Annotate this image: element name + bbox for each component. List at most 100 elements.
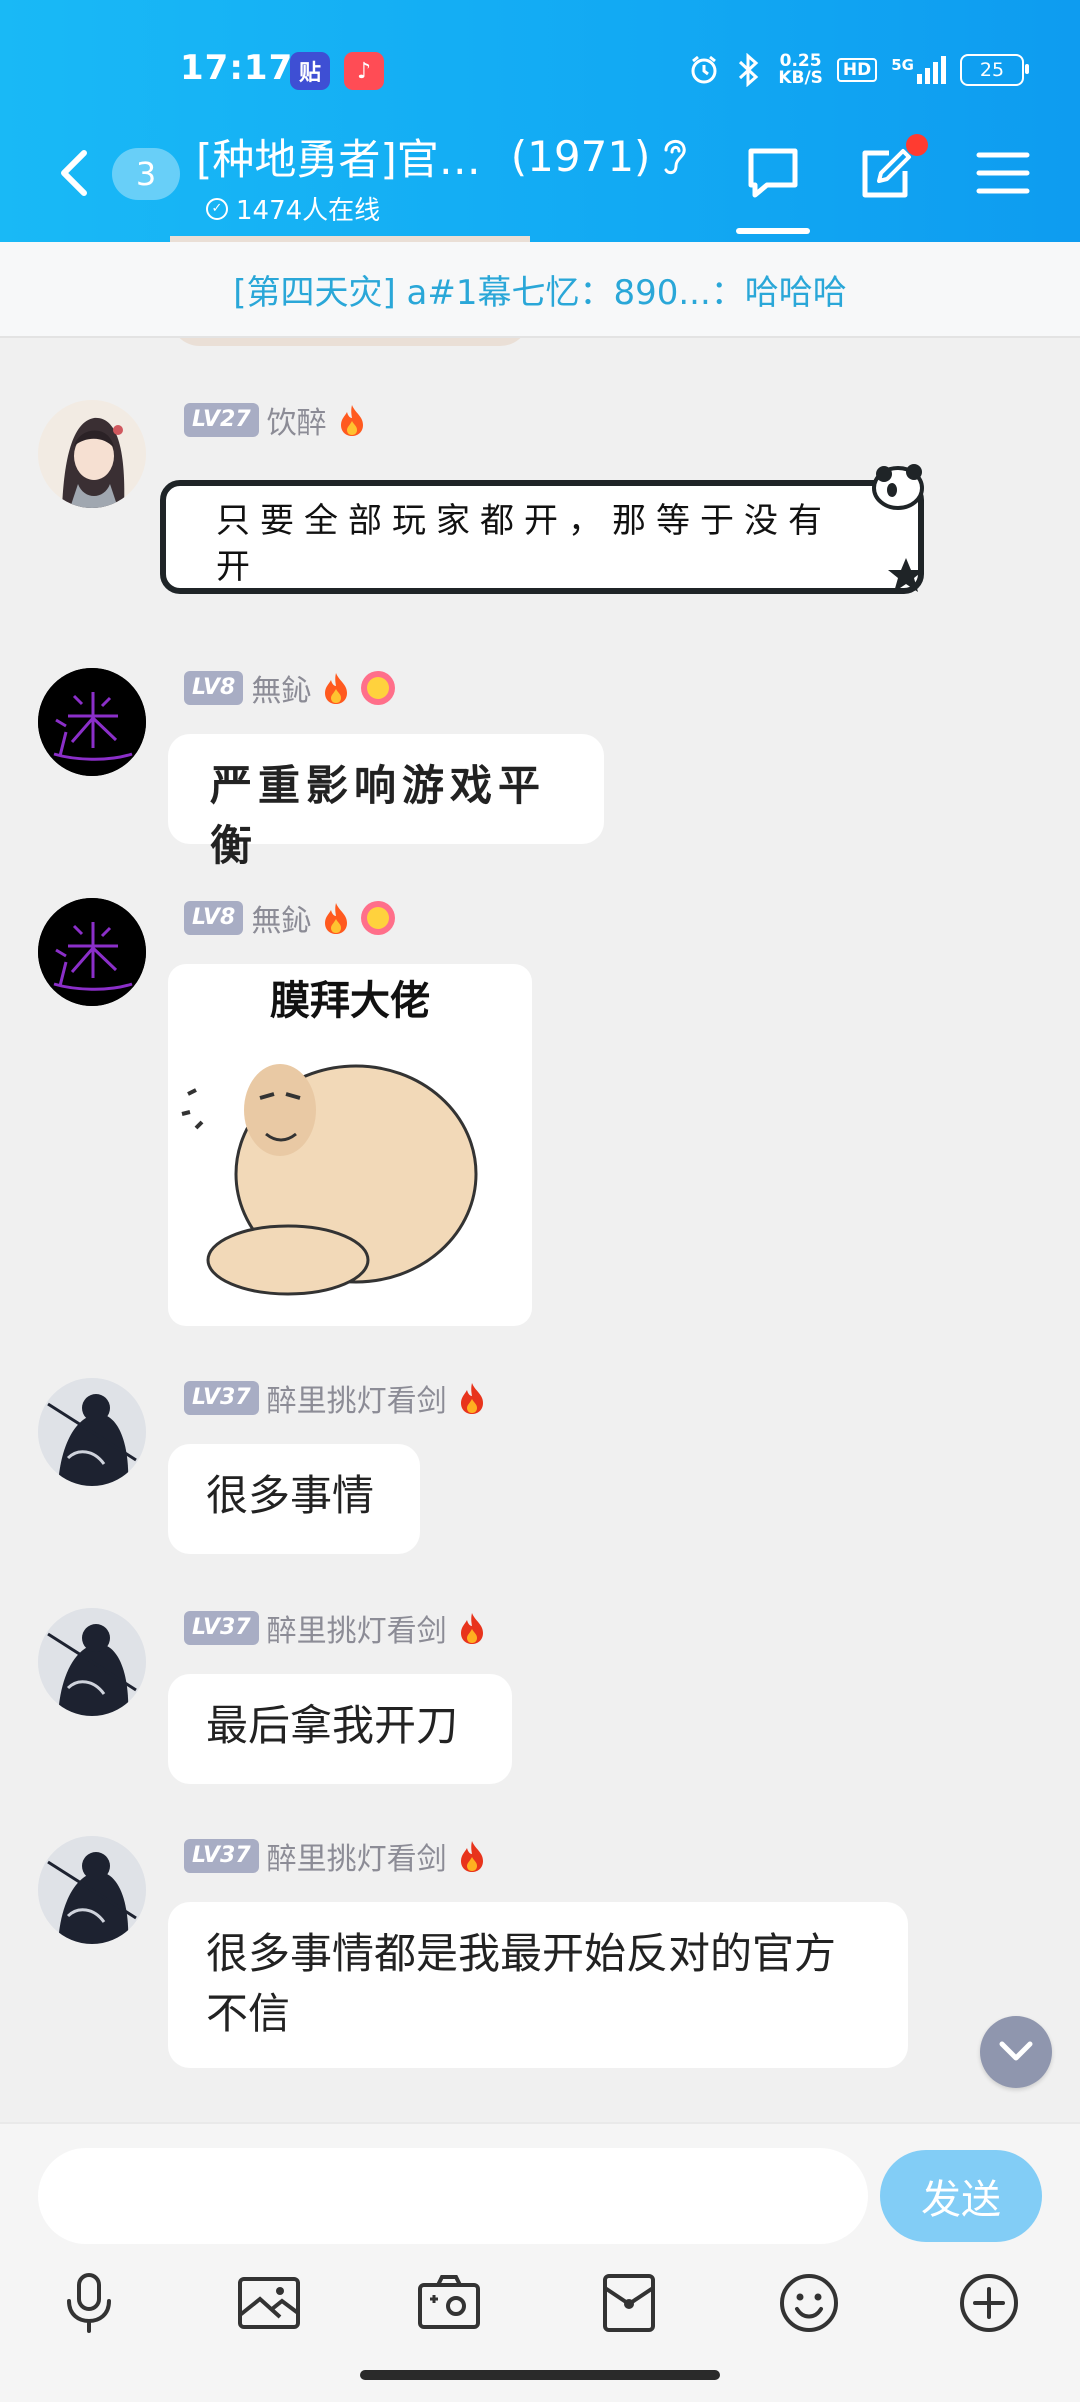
level-badge: LV37: [184, 1611, 259, 1645]
camera-icon: [418, 2275, 480, 2329]
flower-badge-icon: [361, 671, 396, 705]
message-text: 只要全部玩家都开，那等于没有开: [216, 501, 832, 587]
tieba-notification-icon: 贴: [290, 52, 330, 90]
camera-button[interactable]: [412, 2266, 486, 2340]
panda-decoration-icon: [872, 464, 924, 510]
star-decoration-icon: [888, 558, 924, 592]
level-badge: LV8: [184, 671, 244, 705]
alarm-icon: [691, 55, 717, 84]
fire-icon: [340, 405, 363, 436]
microphone-icon: [67, 2273, 111, 2333]
red-packet-button[interactable]: [592, 2266, 666, 2340]
pinned-message-banner[interactable]: [第四天灾] a#1幕七忆：890...：哈哈哈: [0, 242, 1080, 338]
message-input[interactable]: [38, 2148, 868, 2244]
message-bubble[interactable]: 很多事情: [168, 1444, 420, 1554]
red-packet-icon: [603, 2274, 655, 2332]
online-status: ✓ 1474人在线: [206, 190, 380, 227]
message-bubble[interactable]: 严重影响游戏平衡: [168, 734, 604, 870]
signal-icon: 5G: [891, 56, 946, 84]
sender-info: LV37 醉里挑灯看剑: [184, 1606, 489, 1650]
sticker-caption: 膜拜大佬: [270, 978, 430, 1024]
message-bubble[interactable]: 很多事情都是我最开始反对的官方不信: [168, 1902, 908, 2068]
sender-info: LV27 饮醉: [184, 398, 369, 442]
ink-swordsman-avatar-image: [38, 1378, 146, 1486]
message-text: 最后拿我开刀: [206, 1701, 459, 1750]
back-arrow-icon[interactable]: [50, 145, 100, 201]
message-bubble[interactable]: 最后拿我开刀: [168, 1674, 512, 1784]
status-indicators: 0.25 KB/S HD 5G 25: [688, 48, 1029, 92]
message-text: 很多事情: [206, 1471, 375, 1520]
emoji-button[interactable]: [772, 2266, 846, 2340]
fire-icon: [325, 673, 348, 704]
level-badge: LV37: [184, 1381, 259, 1415]
chevron-down-icon: [999, 2041, 1033, 2061]
sender-info: LV8 無鈊: [184, 896, 396, 940]
unread-count-badge[interactable]: 3: [112, 148, 180, 200]
send-button[interactable]: 发送: [880, 2150, 1042, 2242]
message-text: 很多事情都是我最开始反对的官方不信: [206, 1929, 837, 2038]
pinned-message-text: [第四天灾] a#1幕七忆：890...：哈哈哈: [233, 272, 847, 313]
avatar[interactable]: [38, 1378, 146, 1486]
input-panel: 发送: [0, 2122, 1080, 2402]
notification-dot: [906, 134, 928, 156]
sender-info: LV37 醉里挑灯看剑: [184, 1376, 489, 1420]
flower-badge-icon: [361, 901, 396, 935]
edit-icon: [862, 149, 911, 198]
avatar[interactable]: [38, 1608, 146, 1716]
mi-character-avatar-image: [38, 898, 146, 1006]
menu-icon: [976, 152, 1030, 194]
sticker-image[interactable]: 膜拜大佬: [168, 964, 532, 1326]
sender-name[interactable]: 醉里挑灯看剑: [267, 1834, 447, 1878]
online-check-icon: ✓: [206, 197, 228, 220]
active-tab-indicator: [736, 228, 810, 234]
ink-swordsman-avatar-image: [38, 1836, 146, 1944]
ink-swordsman-avatar-image: [38, 1608, 146, 1716]
avatar[interactable]: [38, 898, 146, 1006]
sender-name[interactable]: 醉里挑灯看剑: [267, 1606, 447, 1650]
scroll-to-bottom-button[interactable]: [980, 2016, 1052, 2088]
fire-icon: [325, 903, 348, 934]
sender-info: LV8 無鈊: [184, 666, 396, 710]
image-icon: [238, 2277, 300, 2329]
image-button[interactable]: [232, 2266, 306, 2340]
group-name: [种地勇者]官…: [196, 135, 481, 184]
level-badge: LV27: [184, 403, 259, 437]
anime-avatar-image: [38, 400, 146, 508]
bluetooth-icon: [739, 53, 759, 87]
fire-icon: [460, 1613, 483, 1644]
online-count: 1474人在线: [236, 196, 381, 226]
fire-icon: [460, 1841, 483, 1872]
sender-info: LV37 醉里挑灯看剑: [184, 1834, 489, 1878]
tab-chat[interactable]: [740, 140, 806, 206]
avatar[interactable]: [38, 668, 146, 776]
level-badge: LV8: [184, 901, 244, 935]
home-indicator[interactable]: [360, 2370, 720, 2380]
voice-button[interactable]: [52, 2266, 126, 2340]
hd-badge: HD: [836, 58, 878, 82]
plus-icon: [960, 2274, 1018, 2332]
menu-button[interactable]: [970, 140, 1036, 206]
sender-name[interactable]: 醉里挑灯看剑: [267, 1376, 447, 1420]
battery-icon: 25: [960, 54, 1029, 86]
top-bar: 17:17 贴 ♪ 0.25 KB/S HD 5G 25 3 [种地勇者]官… …: [0, 0, 1080, 242]
chat-bubble-icon: [748, 148, 798, 198]
emoji-icon: [780, 2274, 838, 2332]
network-speed: 0.25 KB/S: [778, 51, 823, 88]
mi-character-avatar-image: [38, 668, 146, 776]
member-count: (1971): [510, 132, 651, 181]
more-button[interactable]: [952, 2266, 1026, 2340]
decorated-message-bubble[interactable]: 只要全部玩家都开，那等于没有开: [160, 480, 924, 594]
sender-name[interactable]: 無鈊: [251, 666, 311, 710]
bowing-potato-icon: [181, 1064, 478, 1296]
status-time: 17:17: [180, 48, 294, 88]
group-title[interactable]: [种地勇者]官… (1971): [196, 126, 716, 187]
message-text: 严重影响游戏平衡: [210, 761, 547, 870]
music-notification-icon: ♪: [344, 52, 384, 90]
level-badge: LV37: [184, 1839, 259, 1873]
avatar[interactable]: [38, 400, 146, 508]
sender-name[interactable]: 饮醉: [267, 398, 327, 442]
ear-icon[interactable]: [656, 134, 692, 178]
fire-icon: [460, 1383, 483, 1414]
avatar[interactable]: [38, 1836, 146, 1944]
sender-name[interactable]: 無鈊: [251, 896, 311, 940]
